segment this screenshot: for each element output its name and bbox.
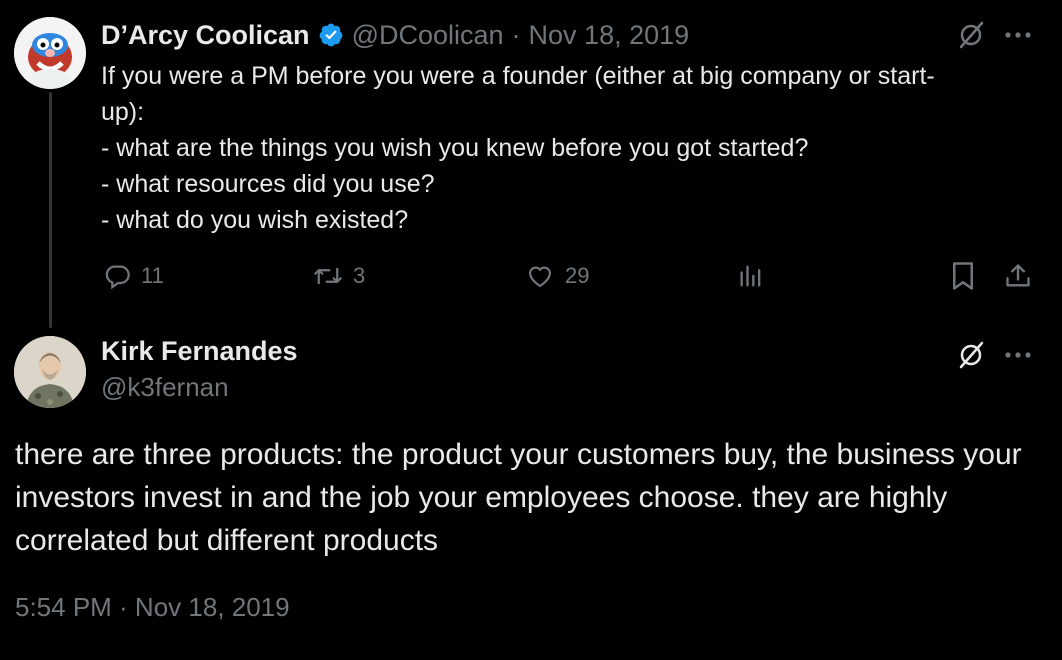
separator-dot: · [511,19,521,50]
retweet-count: 3 [353,263,366,288]
avatar-darcy[interactable] [14,17,86,89]
verified-badge-icon [318,22,344,48]
grok-icon[interactable] [954,18,988,52]
tweet-timestamp[interactable]: 5:54 PM · Nov 18, 2019 [15,592,290,623]
tweet1-line: - what resources did you use? [101,170,435,198]
share-button[interactable] [1000,258,1036,294]
views-icon [737,262,765,290]
bookmark-icon [953,262,973,290]
tweet1-header: D’Arcy Coolican @DCoolican · Nov 18, 201… [101,17,689,53]
more-icon[interactable] [1000,18,1036,52]
retweet-button[interactable]: 3 [313,256,365,296]
like-icon [525,262,555,290]
more-icon[interactable] [1000,338,1036,372]
avatar-image [14,336,86,408]
author-handle[interactable]: @DCoolican [352,20,504,51]
author-handle[interactable]: @k3fernan [101,372,229,403]
avatar-image [14,17,86,89]
tweet1-text: If you were a PM before you were a found… [101,58,1031,238]
tweet1-line: - what do you wish existed? [101,206,409,234]
grok-icon[interactable] [954,338,988,372]
retweet-icon [313,262,343,290]
author-name[interactable]: D’Arcy Coolican [101,20,310,51]
share-icon [1006,264,1030,287]
tweet1-line: If you were a PM before you were a found… [101,62,935,90]
avatar-kirk[interactable] [14,336,86,408]
reply-icon [103,262,131,290]
reply-count: 11 [141,263,164,288]
bookmark-button[interactable] [946,258,980,294]
tweet1-line: - what are the things you wish you knew … [101,134,809,162]
like-button[interactable]: 29 [525,256,589,296]
like-count: 29 [565,263,590,288]
tweet-date[interactable]: Nov 18, 2019 [529,20,690,51]
author-name[interactable]: Kirk Fernandes [101,336,298,367]
reply-button[interactable]: 11 [103,256,164,296]
views-button[interactable] [737,256,765,296]
tweet1-line: up): [101,98,145,126]
tweet2-text: there are three products: the product yo… [15,438,1022,557]
thread-line [49,92,52,328]
